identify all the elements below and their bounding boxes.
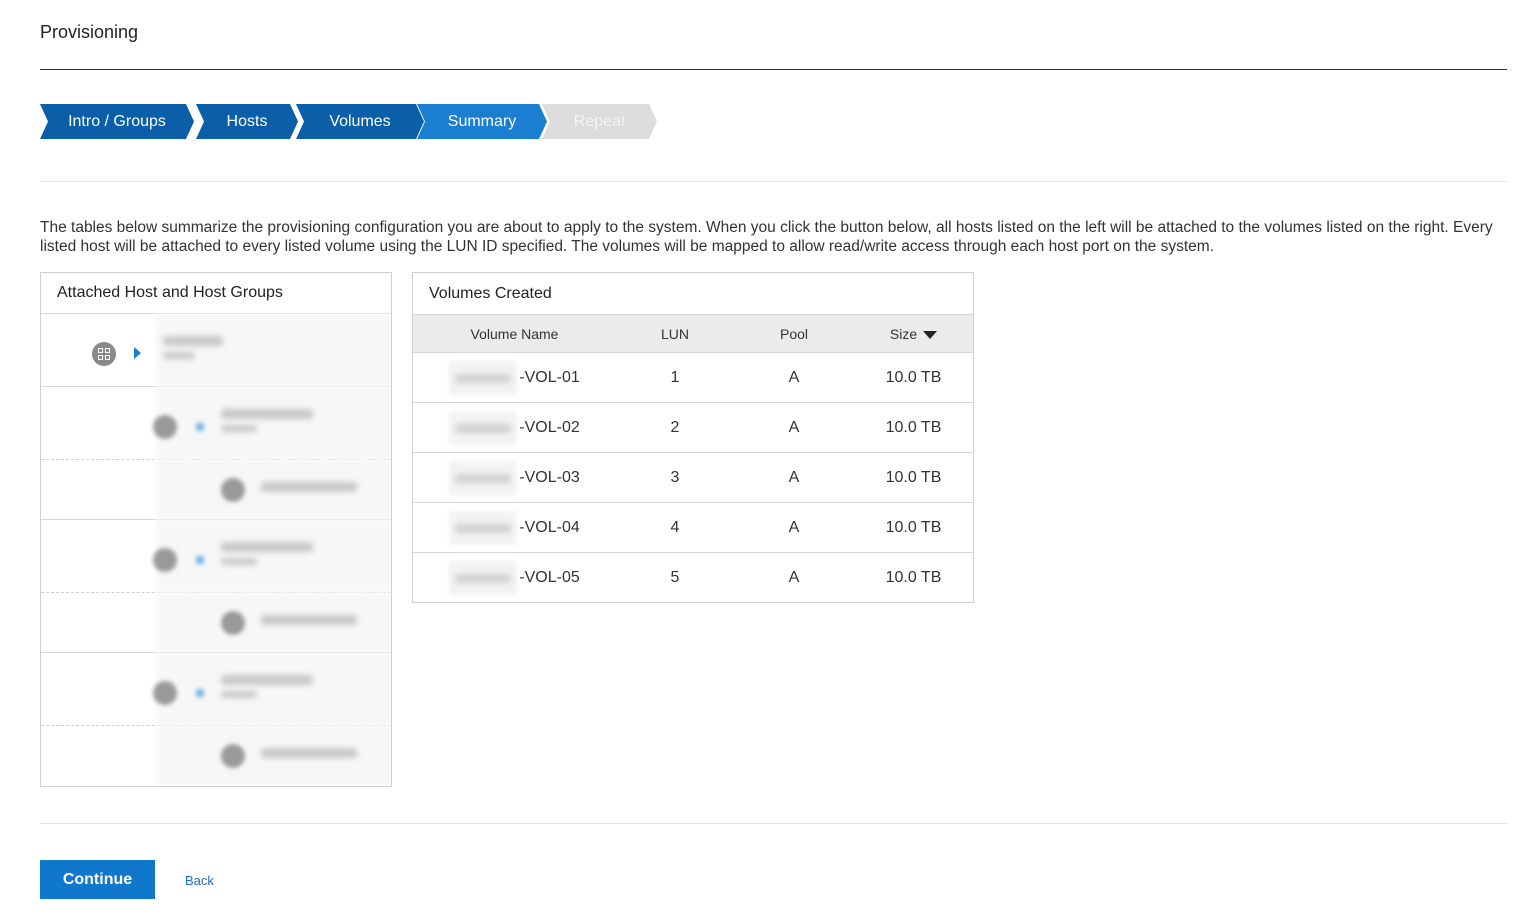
summary-description: The tables below summarize the provision…: [40, 219, 1493, 255]
redacted-text: [163, 352, 195, 359]
redacted-text: [221, 425, 257, 432]
step-label: Volumes: [329, 112, 391, 130]
redacted-prefix: [449, 410, 518, 445]
size-cell: 10.0 TB: [854, 452, 973, 503]
col-header-size[interactable]: Size: [854, 314, 973, 353]
redacted-area: [156, 653, 391, 725]
volumes-panel-title: Volumes Created: [429, 284, 552, 302]
caret-right-icon: [196, 423, 204, 431]
lun-cell: 4: [616, 502, 734, 553]
redacted-text: [221, 558, 257, 565]
size-cell: 10.0 TB: [854, 402, 973, 453]
redacted-area: [156, 314, 391, 386]
host-icon: [153, 548, 177, 572]
step-volumes[interactable]: Volumes: [296, 104, 424, 139]
step-label: Intro / Groups: [68, 112, 166, 130]
sort-down-icon[interactable]: [923, 330, 938, 339]
host-group-row[interactable]: [41, 314, 391, 387]
footer-divider: [40, 823, 1507, 824]
pool-cell: A: [734, 402, 854, 453]
volumes-table: Volume Name LUN Pool Size -VOL-01 1 A 10…: [413, 314, 973, 603]
col-header-pool[interactable]: Pool: [734, 314, 854, 353]
host-port-row: [41, 593, 391, 653]
redacted-prefix: [449, 560, 518, 595]
step-summary[interactable]: Summary: [417, 104, 547, 139]
section-divider: [40, 181, 1507, 182]
redacted-area: [156, 520, 391, 592]
title-divider: [40, 69, 1507, 70]
lun-cell: 1: [616, 352, 734, 403]
table-row: -VOL-03 3 A 10.0 TB: [413, 452, 973, 503]
host-row[interactable]: [41, 520, 391, 593]
lun-cell: 3: [616, 452, 734, 503]
step-label: Repeat: [573, 112, 626, 130]
table-row: -VOL-02 2 A 10.0 TB: [413, 402, 973, 453]
port-icon: [221, 744, 245, 768]
pool-cell: A: [788, 568, 800, 586]
size-cell: 10.0 TB: [854, 502, 973, 553]
wizard-stepper: Intro / Groups Hosts Volumes Summary Rep…: [40, 104, 680, 139]
size-cell: 10.0 TB: [885, 568, 942, 586]
volumes-created-panel: Volumes Created Volume Name LUN Pool Siz…: [412, 272, 974, 603]
redacted-prefix: [449, 510, 518, 545]
table-header-row: Volume Name LUN Pool Size: [413, 314, 973, 353]
step-label: Summary: [447, 112, 517, 130]
redacted-text: [163, 336, 223, 346]
redacted-text: [261, 482, 357, 492]
pool-cell: A: [734, 352, 854, 403]
redacted-text: [221, 542, 313, 552]
volume-name-cell: -VOL-05: [413, 553, 616, 603]
redacted-area: [156, 387, 391, 459]
volume-name-cell: -VOL-01: [413, 352, 616, 403]
hosts-panel-title: Attached Host and Host Groups: [41, 273, 391, 314]
host-row[interactable]: [41, 653, 391, 726]
back-link[interactable]: Back: [185, 873, 214, 888]
port-icon: [221, 611, 245, 635]
redacted-text: [261, 748, 357, 758]
step-repeat: Repeat: [542, 104, 657, 139]
step-hosts[interactable]: Hosts: [196, 104, 298, 139]
redacted-prefix: [449, 460, 518, 495]
redacted-text: [221, 409, 313, 419]
col-header-volume-name[interactable]: Volume Name: [413, 314, 616, 353]
pool-cell: A: [734, 452, 854, 503]
lun-cell: 2: [616, 402, 734, 453]
volume-name-cell: -VOL-04: [413, 502, 616, 553]
volume-name-cell: -VOL-02: [413, 402, 616, 453]
host-port-row: [41, 726, 391, 786]
host-icon: [153, 415, 177, 439]
step-label: Hosts: [226, 112, 268, 130]
caret-right-icon: [196, 556, 204, 564]
attached-hosts-panel: Attached Host and Host Groups: [40, 272, 392, 787]
redacted-text: [221, 691, 257, 698]
volume-name-cell: -VOL-03: [413, 452, 616, 503]
page-title: Provisioning: [40, 22, 139, 42]
table-row: -VOL-01 1 A 10.0 TB: [413, 352, 973, 403]
host-port-row: [41, 460, 391, 520]
redacted-text: [261, 615, 357, 625]
caret-right-icon: [196, 689, 204, 697]
continue-button[interactable]: Continue: [40, 860, 155, 899]
table-row: -VOL-04 4 A 10.0 TB: [413, 502, 973, 553]
step-intro-groups[interactable]: Intro / Groups: [40, 104, 194, 139]
port-icon: [221, 478, 245, 502]
lun-cell: 5: [670, 568, 680, 586]
host-group-icon: [92, 342, 116, 366]
caret-right-icon[interactable]: [134, 347, 141, 359]
table-row: -VOL-05 5 A 10.0 TB: [413, 553, 973, 603]
pool-cell: A: [734, 502, 854, 553]
redacted-text: [221, 675, 313, 685]
size-cell: 10.0 TB: [854, 352, 973, 403]
redacted-prefix: [449, 360, 518, 395]
host-icon: [153, 681, 177, 705]
host-row[interactable]: [41, 387, 391, 460]
col-header-lun[interactable]: LUN: [616, 314, 734, 353]
